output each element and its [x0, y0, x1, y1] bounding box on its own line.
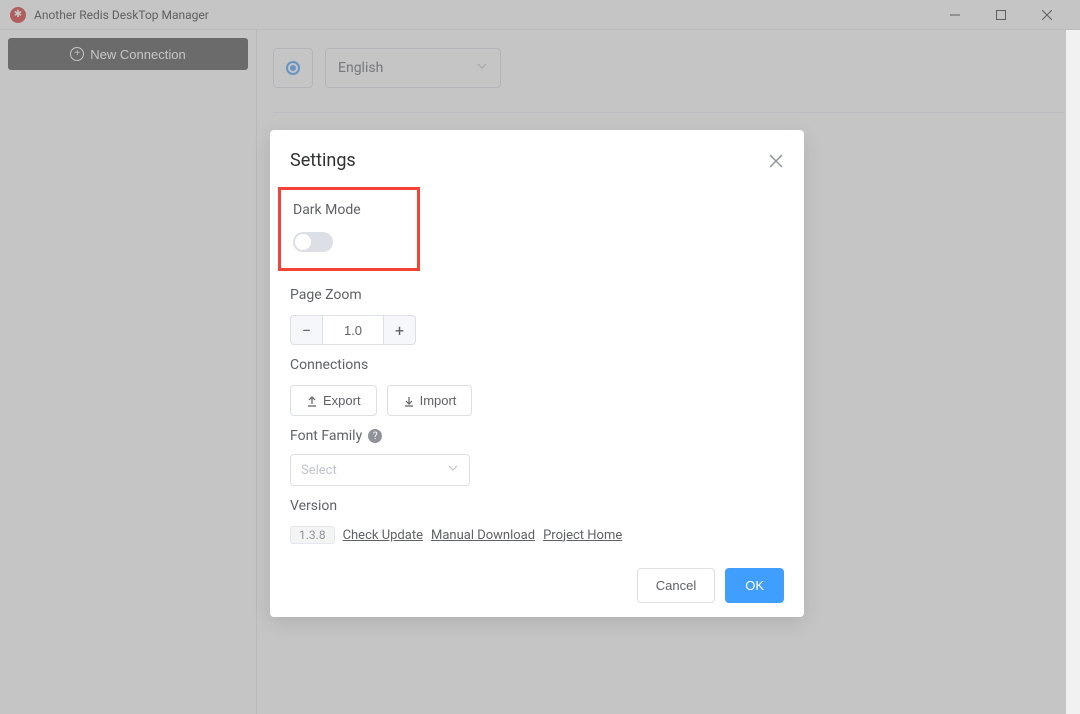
connections-label: Connections	[290, 357, 784, 373]
zoom-value-input[interactable]	[322, 315, 384, 345]
dark-mode-toggle[interactable]	[293, 232, 333, 252]
scrollbar-track[interactable]	[1066, 30, 1080, 714]
dialog-title: Settings	[290, 150, 356, 171]
version-tag: 1.3.8	[290, 526, 335, 544]
manual-download-link[interactable]: Manual Download	[431, 528, 535, 543]
ok-button[interactable]: OK	[725, 568, 784, 603]
chevron-down-icon	[447, 462, 459, 478]
import-label: Import	[420, 393, 457, 408]
page-zoom-label: Page Zoom	[290, 287, 784, 303]
export-button[interactable]: Export	[290, 385, 377, 416]
dark-mode-label: Dark Mode	[293, 202, 405, 218]
close-icon[interactable]	[768, 153, 784, 169]
font-family-label: Font Family	[290, 428, 362, 444]
project-home-link[interactable]: Project Home	[543, 528, 622, 543]
upload-icon	[306, 395, 318, 407]
help-icon[interactable]: ?	[368, 429, 382, 443]
import-button[interactable]: Import	[387, 385, 473, 416]
zoom-decrease-button[interactable]: −	[290, 315, 322, 345]
zoom-increase-button[interactable]: +	[384, 315, 416, 345]
page-zoom-stepper: − +	[290, 315, 784, 345]
download-icon	[403, 395, 415, 407]
dark-mode-highlight: Dark Mode	[278, 187, 420, 271]
check-update-link[interactable]: Check Update	[343, 528, 423, 543]
settings-dialog: Settings Dark Mode Page Zoom − + Connect…	[270, 130, 804, 617]
font-family-placeholder: Select	[301, 463, 337, 478]
font-family-select[interactable]: Select	[290, 454, 470, 486]
cancel-button[interactable]: Cancel	[637, 568, 715, 603]
version-label: Version	[290, 498, 784, 514]
export-label: Export	[323, 393, 361, 408]
